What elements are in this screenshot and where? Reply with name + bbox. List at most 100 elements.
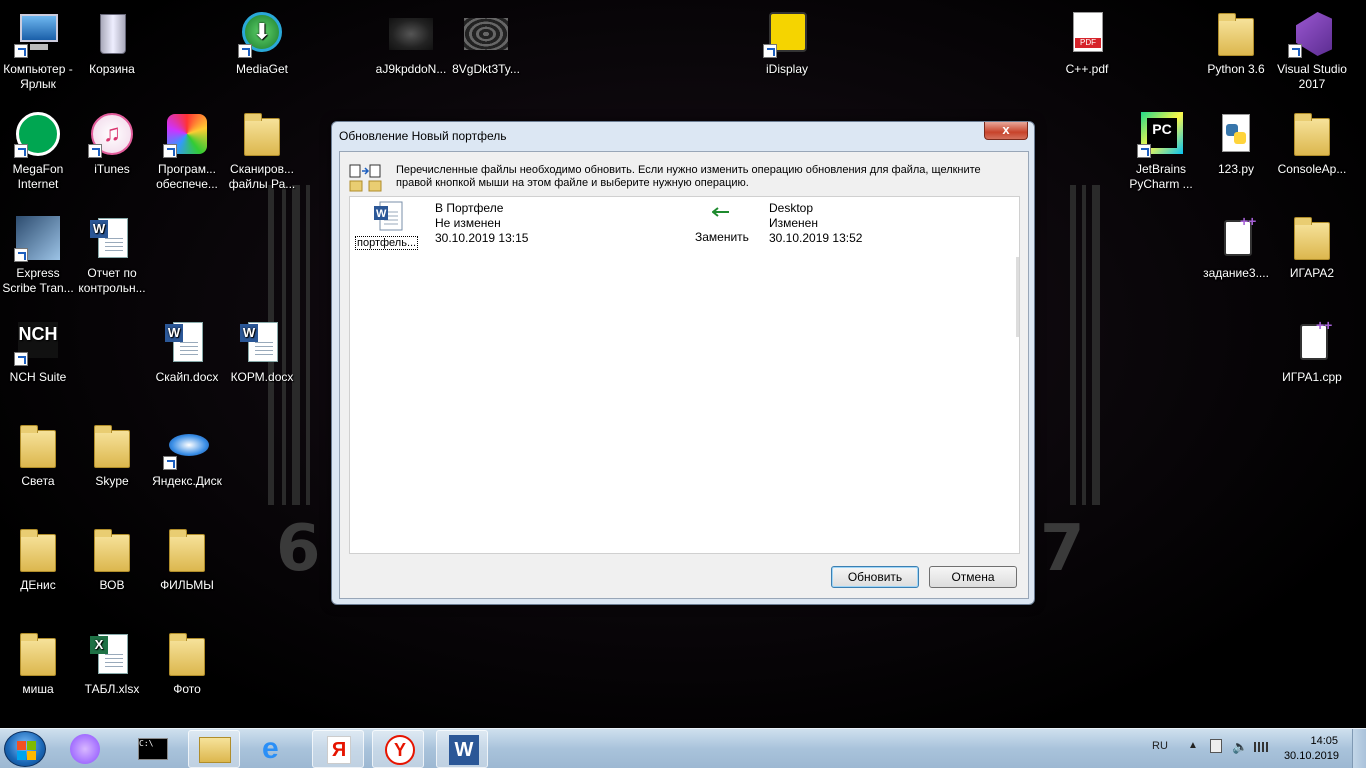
desktop-icon-denis[interactable]: ДЕнис — [0, 526, 76, 593]
network-warning-icon[interactable] — [1210, 739, 1222, 753]
start-button[interactable] — [4, 731, 46, 767]
word-document-icon: W — [372, 200, 406, 234]
dialog-body: Перечисленные файлы необходимо обновить.… — [339, 151, 1029, 599]
show-desktop-button[interactable] — [1352, 729, 1366, 768]
desktop-icon-consoleapp[interactable]: ConsoleAp... — [1274, 110, 1350, 177]
file-name[interactable]: портфель... — [355, 236, 419, 250]
desktop-icon-skype-docx[interactable]: W Скайп.docx — [149, 318, 225, 385]
pycharm-icon: PC — [1137, 110, 1185, 158]
desktop-icon-itunes[interactable]: ♫ iTunes — [74, 110, 150, 177]
chevron-up-icon[interactable]: ▲ — [1188, 740, 1198, 751]
folder-icon — [14, 630, 62, 678]
desktop-icon-computer[interactable]: Компьютер - Ярлык — [0, 10, 76, 92]
windows-logo-icon — [17, 741, 26, 750]
idisplay-icon — [763, 10, 811, 58]
taskbar-explorer[interactable] — [188, 730, 240, 768]
express-scribe-icon — [14, 214, 62, 262]
python-file-icon — [1212, 110, 1260, 158]
visual-studio-icon — [1288, 10, 1336, 58]
mediaget-icon: ⬇ — [238, 10, 286, 58]
briefcase-location: В Портфеле — [435, 201, 504, 215]
folder-icon — [199, 737, 231, 763]
wallpaper-stripe — [1082, 185, 1086, 505]
word-document-icon: W — [163, 318, 211, 366]
desktop-icon-films[interactable]: ФИЛЬМЫ — [149, 526, 225, 593]
image-thumbnail-icon — [387, 10, 435, 58]
desktop-icon-foto[interactable]: Фото — [149, 630, 225, 697]
desktop-icon-megafon[interactable]: MegaFon Internet — [0, 110, 76, 192]
signal-icon[interactable] — [1254, 742, 1270, 752]
desktop-version-info: Desktop Изменен 30.10.2019 13:52 — [769, 201, 862, 246]
taskbar-alice[interactable] — [64, 730, 116, 768]
desktop-icon-igara2[interactable]: ИГАРА2 — [1274, 214, 1350, 281]
update-file-list[interactable]: W портфель... В Портфеле Не изменен 30.1… — [349, 196, 1020, 554]
computer-icon — [14, 10, 62, 58]
update-button[interactable]: Обновить — [831, 566, 919, 588]
desktop-icon-express-scribe[interactable]: Express Scribe Tran... — [0, 214, 76, 296]
megafon-icon — [14, 110, 62, 158]
word-icon: W — [449, 735, 479, 765]
desktop-location: Desktop — [769, 201, 814, 215]
windows-logo-part — [17, 751, 26, 760]
folder-icon — [1288, 110, 1336, 158]
clock-date[interactable]: 30.10.2019 — [1284, 750, 1339, 762]
dialog-message: Перечисленные файлы необходимо обновить.… — [396, 164, 981, 189]
desktop-icon-idisplay[interactable]: iDisplay — [749, 10, 825, 77]
desktop-icon-yandex-disk[interactable]: Яндекс.Диск — [149, 422, 225, 489]
desktop-icon-korm[interactable]: W КОРМ.docx — [224, 318, 300, 385]
desktop-icon-recycle-bin[interactable]: Корзина — [74, 10, 150, 77]
folder-icon — [14, 422, 62, 470]
desktop-icon-software[interactable]: Програм... обеспече... — [149, 110, 225, 192]
taskbar-yandex-browser[interactable]: Y — [372, 730, 424, 768]
desktop-icon-sveta[interactable]: Света — [0, 422, 76, 489]
desktop-icon-nch[interactable]: NCH NCH Suite — [0, 318, 76, 385]
desktop-date: 30.10.2019 13:52 — [769, 231, 863, 245]
clock-time[interactable]: 14:05 — [1310, 735, 1338, 747]
desktop-icon-vov[interactable]: ВОВ — [74, 526, 150, 593]
taskbar-ie[interactable]: e — [250, 730, 302, 768]
taskbar-yandex[interactable]: Я — [312, 730, 364, 768]
nch-icon: NCH — [14, 318, 62, 366]
taskbar-cmd[interactable]: C:\ — [128, 730, 180, 768]
desktop-icon-python[interactable]: Python 3.6 — [1198, 10, 1274, 77]
software-icon — [163, 110, 211, 158]
scrollbar[interactable] — [1016, 257, 1019, 337]
internet-explorer-icon: e — [262, 732, 279, 765]
desktop-icon-misha[interactable]: миша — [0, 630, 76, 697]
cpp-file-icon: ++ — [1212, 214, 1260, 262]
briefcase-date: 30.10.2019 13:15 — [435, 231, 529, 245]
folder-icon — [88, 422, 136, 470]
sync-files-icon — [349, 164, 383, 194]
yandex-disk-icon — [163, 422, 211, 470]
cmd-icon: C:\ — [138, 738, 168, 760]
wallpaper-stripe — [1070, 185, 1076, 505]
desktop-icon-visual-studio[interactable]: Visual Studio 2017 — [1274, 10, 1350, 92]
desktop-icon-image-1[interactable]: aJ9kpddoN... — [373, 10, 449, 77]
cancel-button[interactable]: Отмена — [929, 566, 1017, 588]
desktop-icon-cpp-pdf[interactable]: PDF C++.pdf — [1049, 10, 1125, 77]
volume-icon[interactable]: 🔈 — [1232, 739, 1248, 755]
dialog-title: Обновление Новый портфель — [339, 129, 507, 143]
desktop-icon-mediaget[interactable]: ⬇ MediaGet — [224, 10, 300, 77]
desktop-icon-123py[interactable]: 123.py — [1198, 110, 1274, 177]
desktop-icon-pycharm[interactable]: PC JetBrains PyCharm ... — [1123, 110, 1199, 192]
windows-logo-part — [27, 751, 36, 760]
desktop-icon-skype-folder[interactable]: Skype — [74, 422, 150, 489]
close-button[interactable]: x — [984, 122, 1028, 140]
windows-logo-part — [27, 741, 36, 750]
desktop-icon-image-2[interactable]: 8VgDkt3Ty... — [448, 10, 524, 77]
recycle-bin-icon — [88, 10, 136, 58]
briefcase-update-dialog: Обновление Новый портфель x Перечисленны… — [331, 121, 1035, 605]
desktop-icon-report[interactable]: W Отчет по контрольн... — [74, 214, 150, 296]
wallpaper-stripe — [306, 185, 310, 505]
desktop-icon-task3[interactable]: ++ задание3.... — [1198, 214, 1274, 281]
update-action[interactable]: Заменить — [695, 230, 749, 244]
language-indicator[interactable]: RU — [1152, 740, 1168, 752]
desktop-icon-tabl[interactable]: X ТАБЛ.xlsx — [74, 630, 150, 697]
folder-icon — [14, 526, 62, 574]
desktop-icon-scans[interactable]: Сканиров... файлы Ра... — [224, 110, 300, 192]
arrow-left-icon — [711, 206, 730, 217]
folder-icon — [88, 526, 136, 574]
desktop-icon-igra1[interactable]: ++ ИГРА1.cpp — [1274, 318, 1350, 385]
taskbar-word[interactable]: W — [436, 730, 488, 768]
